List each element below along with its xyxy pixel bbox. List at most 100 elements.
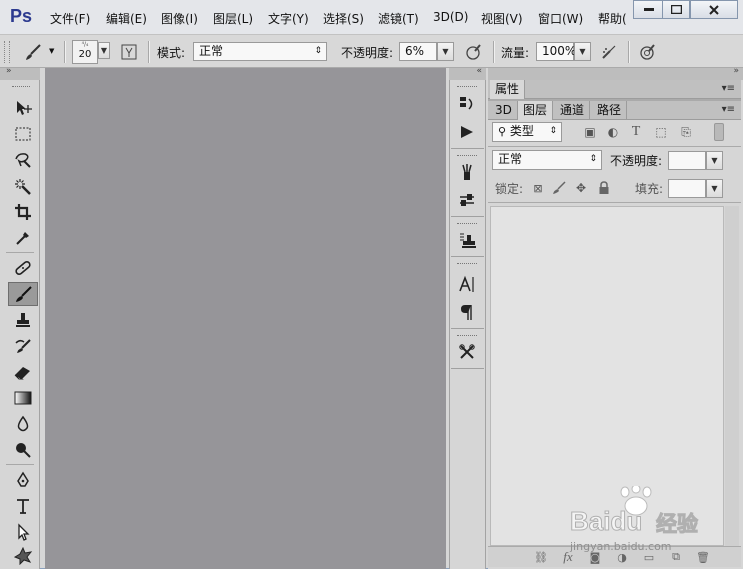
opacity-dropdown[interactable]: ▼ [437,42,454,61]
brush-panel-toggle[interactable] [120,43,138,61]
shape-tool[interactable] [8,544,38,568]
move-tool[interactable] [8,96,38,120]
separator [628,41,630,63]
lock-transparent-icon[interactable]: ⊠ [530,180,546,196]
panels-header[interactable]: » [488,66,743,80]
type-filter-icon[interactable]: T [628,124,644,140]
menu-select[interactable]: 选择(S) [323,10,364,27]
dodge-tool[interactable] [8,438,38,462]
crop-tool[interactable] [8,200,38,224]
tab-layers[interactable]: 图层 [518,101,554,120]
brush-settings-button[interactable] [455,188,479,212]
pen-tool[interactable] [8,468,38,492]
fill-input[interactable] [668,179,706,198]
close-button[interactable] [690,0,738,19]
opacity-value: 6% [405,44,425,58]
character-icon [459,275,474,292]
lock-position-icon[interactable]: ✥ [573,180,589,196]
blend-mode-select[interactable]: 正常 ⇕ [492,150,602,170]
type-tool[interactable] [8,494,38,518]
tools-panel-header[interactable]: » [0,66,40,80]
blur-tool[interactable] [8,412,38,436]
separator [493,41,495,63]
watermark-brand-cn: 经验 [656,512,699,537]
brush-presets-button[interactable] [455,160,479,184]
layer-opacity-dropdown[interactable]: ▼ [706,151,723,170]
menu-type[interactable]: 文字(Y) [268,10,309,27]
maximize-button[interactable] [662,0,690,19]
watermark-brand: Baidu [569,506,643,537]
clone-stamp-icon [16,313,30,327]
brush-size-preview[interactable]: ⁴/₄ 20 [72,40,98,64]
tool-preset-picker[interactable] [20,41,46,63]
pixel-filter-icon[interactable]: ▣ [582,124,598,140]
history-panel-button[interactable] [455,92,479,116]
layer-opacity-input[interactable] [668,151,706,170]
lasso-tool[interactable] [8,148,38,172]
flow-input[interactable]: 100% [536,42,577,61]
opacity-input[interactable]: 6% [399,42,437,61]
pressure-size-button[interactable] [637,43,657,61]
clone-stamp-tool[interactable] [8,308,38,332]
tab-properties[interactable]: 属性 [490,80,526,99]
menu-edit[interactable]: 编辑(E) [106,10,147,27]
menu-help[interactable]: 帮助( [598,10,627,27]
panel-menu-icon[interactable]: ▾≡ [722,104,735,115]
fill-dropdown[interactable]: ▼ [706,179,723,198]
filter-toggle[interactable] [714,123,724,141]
lock-all-icon[interactable] [596,180,612,196]
smart-object-filter-icon[interactable]: ⎘ [678,124,694,140]
eyedropper-tool[interactable] [8,226,38,250]
healing-brush-tool[interactable] [8,256,38,280]
magic-wand-tool[interactable] [8,174,38,198]
path-selection-tool[interactable] [8,520,38,544]
clone-source-button[interactable] [455,228,479,252]
lock-image-icon[interactable] [551,180,567,196]
history-brush-tool[interactable] [8,334,38,358]
brush-tool[interactable] [8,282,38,306]
healing-brush-icon [15,260,31,276]
flow-value: 100% [542,44,577,58]
menu-file[interactable]: 文件(F) [50,10,90,27]
paragraph-icon [461,305,472,320]
flow-dropdown[interactable]: ▼ [574,42,591,61]
path-selection-icon [18,523,30,541]
separator [64,41,66,63]
airbrush-button[interactable] [599,43,619,61]
menu-window[interactable]: 窗口(W) [538,10,583,27]
shape-filter-icon[interactable]: ⬚ [653,124,669,140]
dock-header[interactable]: « [449,66,486,80]
menu-3d[interactable]: 3D(D) [433,10,468,24]
properties-tabbar: 属性 ▾≡ [488,80,741,99]
link-layers-icon[interactable]: ⛓ [533,550,549,564]
tab-channels[interactable]: 通道 [555,101,591,120]
panel-menu-icon[interactable]: ▾≡ [722,83,735,94]
menu-layer[interactable]: 图层(L) [213,10,253,27]
gradient-tool[interactable] [8,386,38,410]
adjustment-filter-icon[interactable]: ◐ [605,124,621,140]
marquee-tool[interactable] [8,122,38,146]
dock-grip [457,155,477,159]
layers-tabbar: 3D 图层 通道 路径 ▾≡ [488,101,741,120]
tab-3d[interactable]: 3D [490,101,518,120]
tool-presets-button[interactable] [455,340,479,364]
dodge-icon [16,443,31,458]
eraser-tool[interactable] [8,360,38,384]
brush-size-dropdown[interactable]: ▼ [98,42,110,59]
preset-arrow-icon[interactable]: ▼ [49,47,54,55]
pressure-opacity-button[interactable] [463,43,483,61]
minimize-button[interactable] [633,0,664,19]
search-icon: ⚲ [498,125,507,138]
tool-divider [6,464,34,465]
blur-icon [17,415,29,432]
menu-view[interactable]: 视图(V) [481,10,523,27]
actions-panel-button[interactable] [455,120,479,144]
layer-filter-select[interactable]: ⚲ 类型 ⇕ [492,122,562,142]
paragraph-panel-button[interactable] [455,300,479,324]
menu-image[interactable]: 图像(I) [161,10,198,27]
canvas-area[interactable] [45,68,446,569]
menu-filter[interactable]: 滤镜(T) [378,10,419,27]
mode-select[interactable]: 正常 ⇕ [193,42,327,61]
tab-paths[interactable]: 路径 [592,101,628,120]
character-panel-button[interactable] [455,272,479,296]
